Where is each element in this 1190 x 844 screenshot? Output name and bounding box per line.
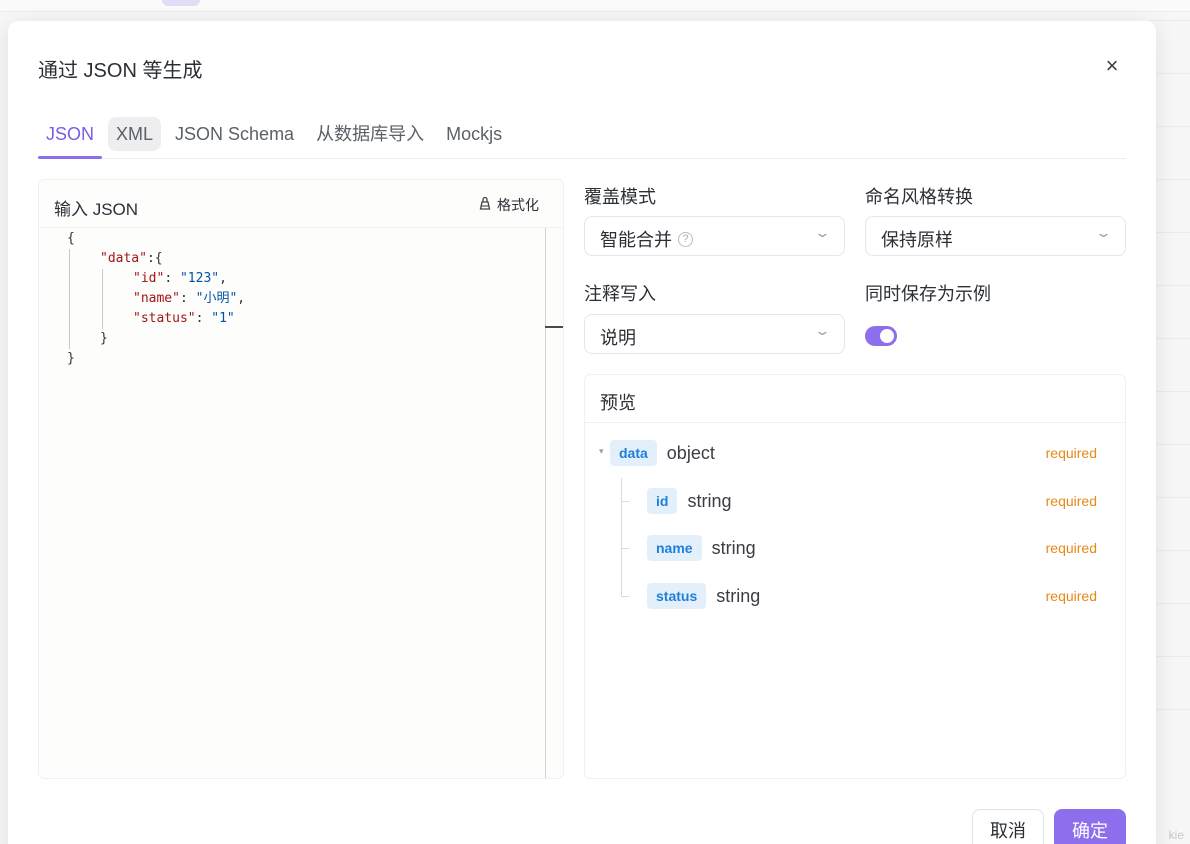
- modal-title: 通过 JSON 等生成: [38, 60, 203, 82]
- editor-scrollbar[interactable]: [545, 228, 546, 778]
- field-name-tag: status: [647, 583, 707, 609]
- editor-header: 输入 JSON 格式化: [39, 180, 563, 228]
- code-line: }: [100, 331, 108, 346]
- chevron-down-icon: ⌄: [1094, 225, 1113, 240]
- field-type: string: [711, 537, 756, 558]
- field-name-tag: name: [647, 535, 702, 561]
- overwrite-mode-value: 智能合并 ?: [600, 226, 693, 252]
- chevron-down-icon: ⌄: [813, 323, 832, 338]
- save-example-label: 同时保存为示例: [865, 284, 991, 304]
- naming-style-label: 命名风格转换: [865, 187, 973, 207]
- json-editor-panel: 输入 JSON 格式化 { "data":{ "id": "123", "nam…: [38, 179, 564, 779]
- overwrite-mode-select[interactable]: 智能合并 ? ⌄: [584, 216, 845, 256]
- tree-connector: [621, 478, 622, 596]
- code-line: {: [67, 231, 75, 246]
- close-icon[interactable]: ×: [1100, 54, 1124, 78]
- help-icon[interactable]: ?: [678, 231, 693, 247]
- editor-title: 输入 JSON: [54, 200, 139, 219]
- cancel-button[interactable]: 取消: [972, 809, 1044, 844]
- tab-json-schema[interactable]: JSON Schema: [167, 117, 302, 151]
- expand-caret-icon[interactable]: ▾: [599, 446, 604, 457]
- required-badge: required: [1045, 445, 1097, 461]
- comment-write-select[interactable]: 说明 ⌄: [584, 314, 845, 354]
- required-badge: required: [1045, 540, 1097, 556]
- background-text: kie: [1168, 828, 1184, 842]
- preview-title: 预览: [600, 393, 636, 413]
- format-label: 格式化: [497, 197, 539, 213]
- tree-row[interactable]: data object required: [610, 438, 1127, 468]
- background-list: [1150, 20, 1190, 844]
- naming-style-value: 保持原样: [881, 230, 953, 250]
- tab-database-import[interactable]: 从数据库导入: [308, 117, 432, 151]
- tree-row[interactable]: status string required: [647, 581, 1127, 611]
- tab-json[interactable]: JSON: [38, 117, 103, 159]
- chevron-down-icon: ⌄: [813, 225, 832, 240]
- code-line: "name": "小明",: [133, 291, 246, 306]
- save-example-toggle[interactable]: [865, 326, 897, 346]
- tree-connector: [621, 596, 629, 597]
- format-button[interactable]: 格式化: [478, 195, 539, 215]
- confirm-button[interactable]: 确定: [1054, 809, 1126, 844]
- field-name-tag: id: [647, 488, 678, 514]
- tab-mockjs[interactable]: Mockjs: [438, 117, 510, 151]
- code-line: }: [67, 351, 75, 366]
- required-badge: required: [1045, 493, 1097, 509]
- background-active-tab: [162, 0, 200, 6]
- editor-scrollbar-thumb[interactable]: [545, 326, 563, 328]
- field-type: object: [666, 442, 715, 463]
- preview-panel: 预览 ▾ data object required id string requ…: [584, 374, 1126, 779]
- field-type: string: [687, 490, 732, 511]
- json-import-modal: 通过 JSON 等生成 × JSON XML JSON Schema 从数据库导…: [8, 21, 1156, 844]
- tree-row[interactable]: id string required: [647, 486, 1127, 516]
- json-code-input[interactable]: { "data":{ "id": "123", "name": "小明", "s…: [39, 228, 545, 778]
- broom-icon: [478, 196, 492, 213]
- field-type: string: [716, 585, 761, 606]
- source-tabs: JSON XML JSON Schema 从数据库导入 Mockjs: [38, 117, 1126, 159]
- required-badge: required: [1045, 588, 1097, 604]
- toggle-knob: [880, 329, 894, 343]
- preview-header: 预览: [585, 375, 1125, 423]
- tree-row[interactable]: name string required: [647, 533, 1127, 563]
- comment-write-label: 注释写入: [584, 284, 656, 304]
- comment-write-value: 说明: [600, 328, 636, 348]
- field-name-tag: data: [610, 440, 657, 466]
- tab-xml[interactable]: XML: [108, 117, 162, 151]
- code-line: "data":{: [100, 251, 163, 266]
- tree-connector: [621, 501, 629, 502]
- overwrite-mode-label: 覆盖模式: [584, 187, 656, 207]
- tree-connector: [621, 548, 629, 549]
- code-line: "status": "1": [133, 311, 235, 326]
- naming-style-select[interactable]: 保持原样 ⌄: [865, 216, 1126, 256]
- code-line: "id": "123",: [133, 271, 227, 286]
